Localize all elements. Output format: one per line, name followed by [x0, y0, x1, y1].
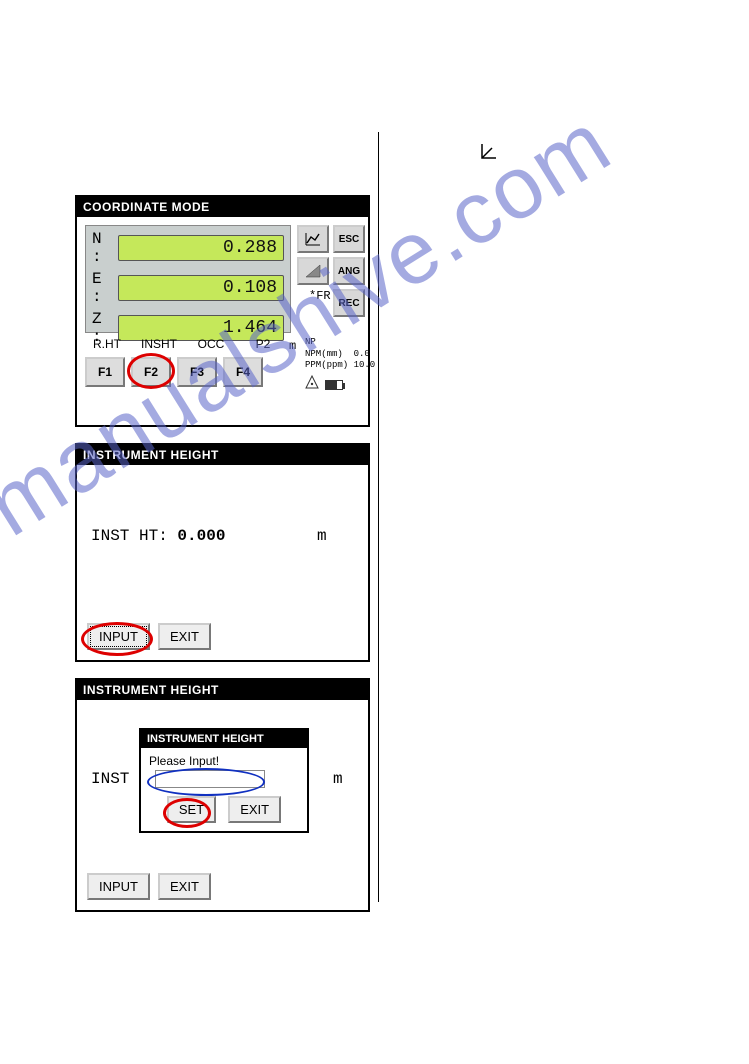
set-button[interactable]: SET — [167, 796, 216, 823]
coordinate-mode-panel: COORDINATE MODE N : 0.288 E : 0.108 Z : … — [75, 195, 370, 427]
coord-value-e: 0.108 — [118, 275, 284, 301]
instrument-height-panel: INSTRUMENT HEIGHT INST HT: 0.000 m INPUT… — [75, 443, 370, 662]
inst-ht-value: 0.000 — [177, 527, 225, 545]
ang-button[interactable]: ANG — [333, 257, 365, 285]
angle-icon — [478, 140, 500, 168]
panel-body: INST HT: 0.000 m INPUT EXIT — [77, 465, 368, 660]
fkey-hint: R.HT — [85, 337, 129, 351]
coord-label: N : — [92, 230, 118, 266]
unit-m-label: m — [289, 339, 296, 353]
left-column: COORDINATE MODE N : 0.288 E : 0.108 Z : … — [75, 195, 370, 928]
npm-value: NPM(mm) 0.0 — [305, 349, 375, 361]
exit-button[interactable]: EXIT — [158, 873, 211, 900]
coord-row-e: E : 0.108 — [92, 270, 284, 306]
unit-label: m — [333, 770, 343, 788]
f3-button[interactable]: F3 — [177, 357, 217, 387]
button-row: INPUT EXIT — [87, 873, 211, 900]
inst-ht-readout: INST HT: 0.000 — [91, 527, 225, 545]
ppm-value: PPM(ppm) 10.0 — [305, 360, 375, 372]
rec-button[interactable]: REC — [333, 289, 365, 317]
panel-title: INSTRUMENT HEIGHT — [77, 445, 368, 465]
coord-row-n: N : 0.288 — [92, 230, 284, 266]
graph-button[interactable] — [297, 225, 329, 253]
dialog-button-row: SET EXIT — [149, 796, 299, 823]
fkey-hint: OCC — [189, 337, 233, 351]
vertical-divider — [378, 132, 379, 902]
dialog-body: Please Input! SET EXIT — [141, 748, 307, 831]
button-row: INPUT EXIT — [87, 623, 211, 650]
dialog-title: INSTRUMENT HEIGHT — [141, 730, 307, 748]
panel-title: INSTRUMENT HEIGHT — [77, 680, 368, 700]
signal-button[interactable] — [297, 257, 329, 285]
inst-label: INST — [91, 770, 129, 788]
fkey-hint: INSHT — [137, 337, 181, 351]
input-button[interactable]: INPUT — [87, 873, 150, 900]
input-dialog: INSTRUMENT HEIGHT Please Input! SET EXIT — [139, 728, 309, 833]
fr-label: *FR — [297, 289, 329, 317]
exit-button[interactable]: EXIT — [158, 623, 211, 650]
fkey-hint: P2 — [241, 337, 285, 351]
f2-button[interactable]: F2 — [131, 357, 171, 387]
fkey-button-row: F1 F2 F3 F4 — [85, 357, 263, 387]
input-button[interactable]: INPUT — [87, 623, 150, 650]
panel-title: COORDINATE MODE — [77, 197, 368, 217]
dialog-prompt: Please Input! — [149, 754, 299, 768]
panel-body: INST m INSTRUMENT HEIGHT Please Input! S… — [77, 700, 368, 910]
f4-button[interactable]: F4 — [223, 357, 263, 387]
laser-icon — [305, 375, 319, 394]
np-label: NP — [305, 337, 375, 349]
battery-icon — [325, 380, 343, 390]
side-button-column: ESC ANG *FR REC — [297, 225, 369, 321]
coord-value-n: 0.288 — [118, 235, 284, 261]
panel-body: N : 0.288 E : 0.108 Z : 1.464 — [77, 217, 368, 425]
status-icon-row — [305, 375, 343, 394]
height-input[interactable] — [155, 770, 265, 788]
inst-ht-label: INST HT: — [91, 527, 168, 545]
fkey-hint-row: R.HT INSHT OCC P2 — [85, 337, 285, 351]
dialog-exit-button[interactable]: EXIT — [228, 796, 281, 823]
info-block: NP NPM(mm) 0.0 PPM(ppm) 10.0 — [305, 337, 375, 372]
coord-label: E : — [92, 270, 118, 306]
esc-button[interactable]: ESC — [333, 225, 365, 253]
unit-label: m — [317, 527, 327, 545]
instrument-height-dialog-panel: INSTRUMENT HEIGHT INST m INSTRUMENT HEIG… — [75, 678, 370, 912]
f1-button[interactable]: F1 — [85, 357, 125, 387]
lcd-display: N : 0.288 E : 0.108 Z : 1.464 — [85, 225, 291, 333]
